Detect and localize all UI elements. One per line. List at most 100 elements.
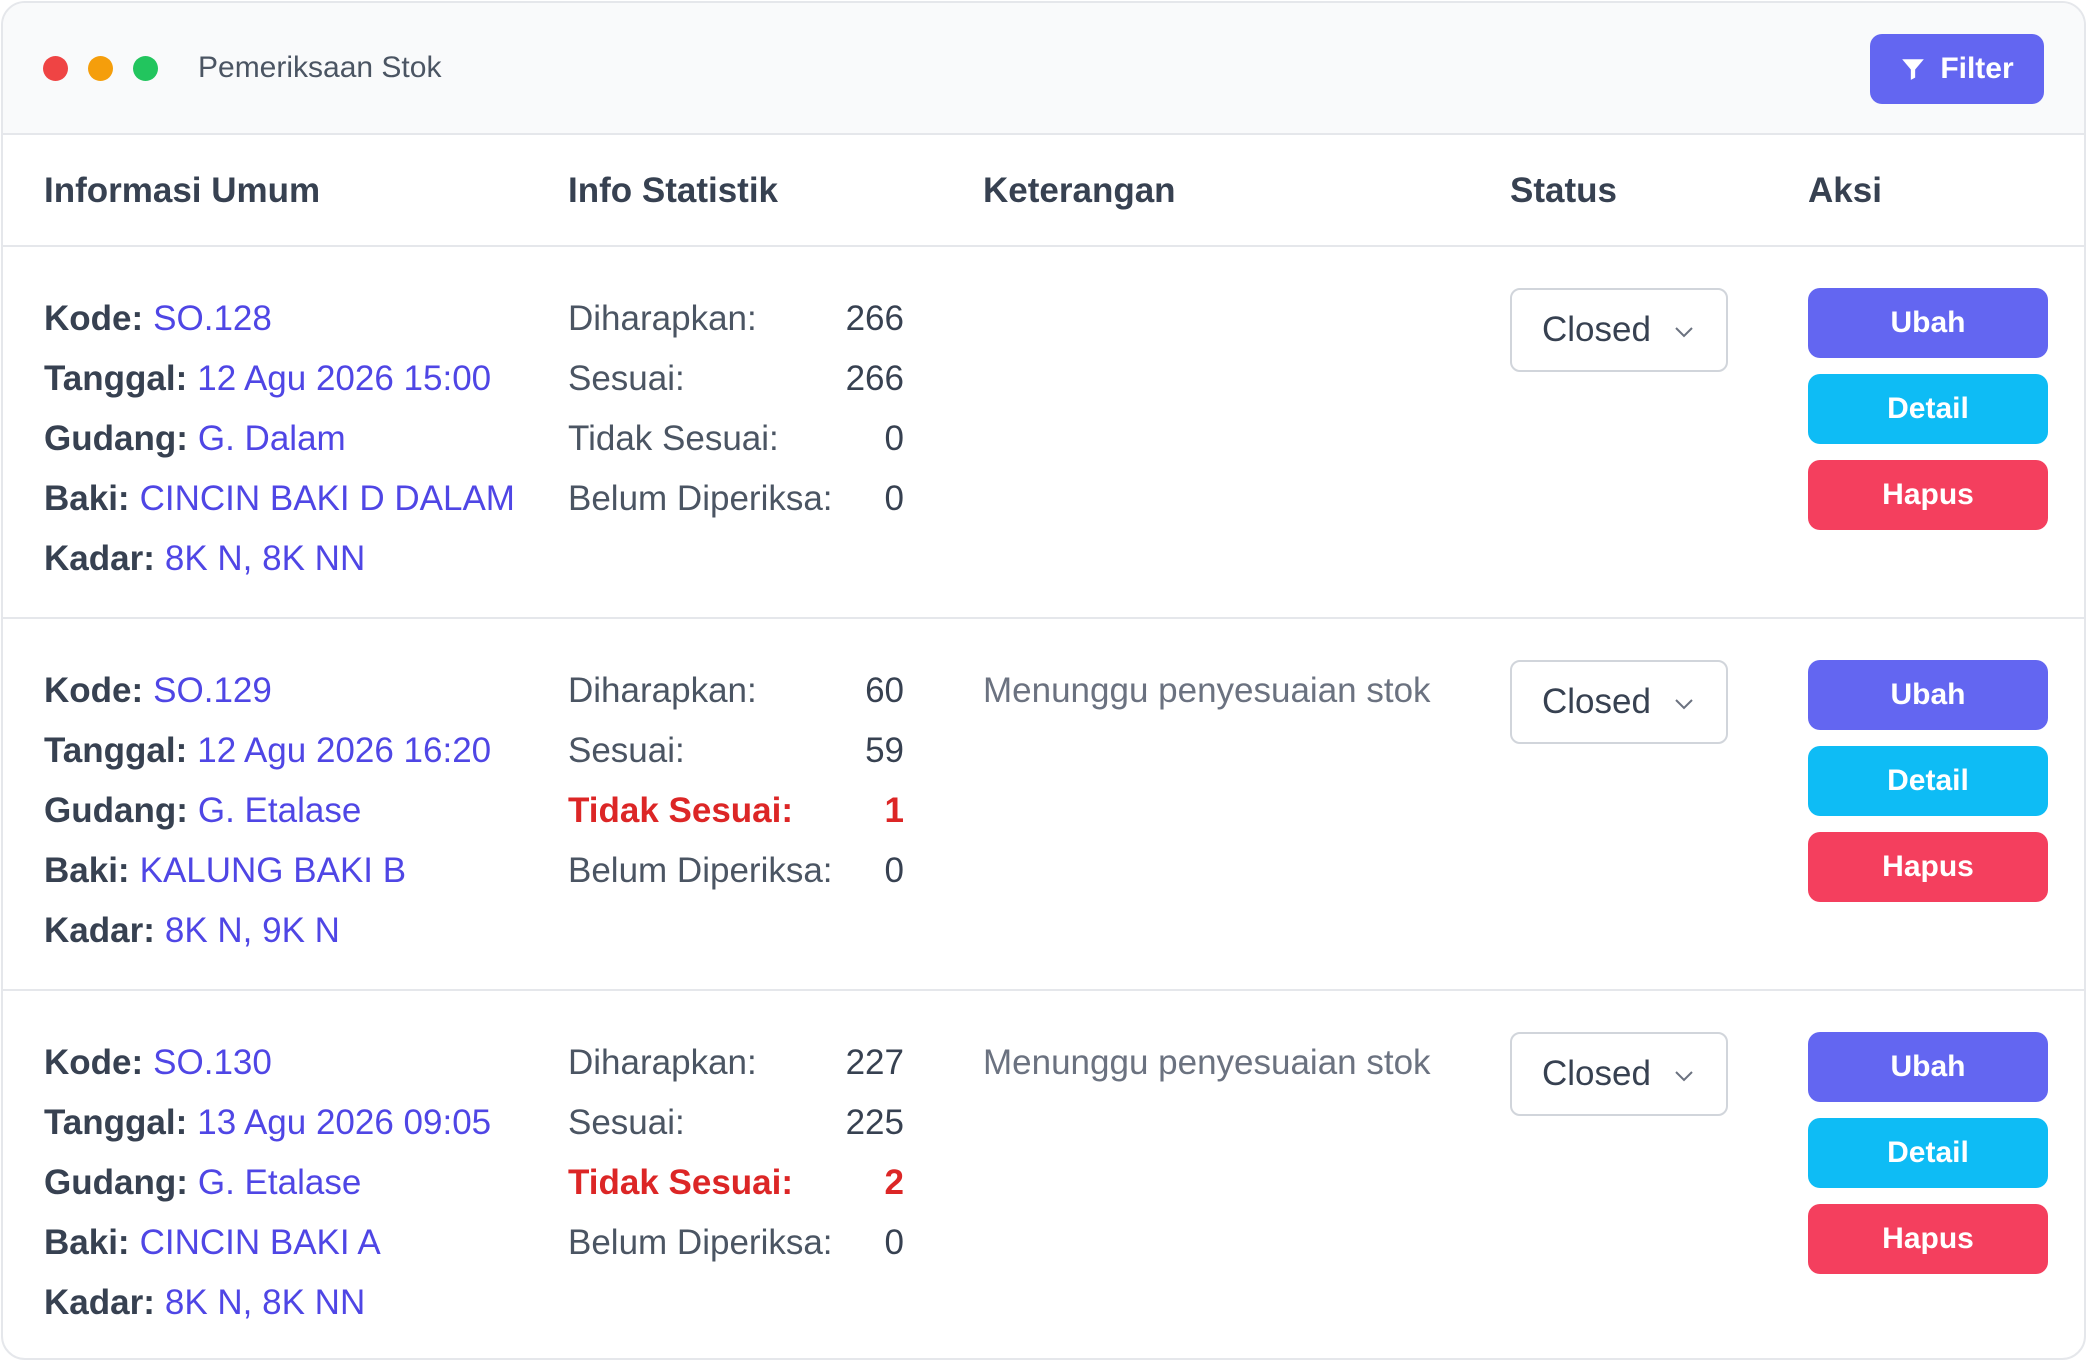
matched-value: 59	[865, 731, 904, 770]
date-label: Tanggal:	[44, 359, 188, 398]
karat-value: 8K N, 8K NN	[164, 1283, 366, 1322]
table-row: Kode: SO.129 Tanggal: 12 Agu 2026 16:20 Gu…	[3, 619, 2084, 991]
note-text: Menunggu penyesuaian stok	[983, 1043, 1431, 1082]
code-line: Kode: SO.129	[44, 661, 491, 721]
edit-button[interactable]: Ubah	[1808, 660, 2048, 730]
warehouse-line: Gudang: G. Etalase	[44, 781, 491, 841]
filter-icon	[1902, 59, 1925, 80]
general-info: Kode: SO.129 Tanggal: 12 Agu 2026 16:20 Gu…	[44, 661, 491, 961]
warehouse-label: Gudang:	[44, 1163, 188, 1202]
edit-button[interactable]: Ubah	[1808, 288, 2048, 358]
status-value: Closed	[1542, 1054, 1651, 1093]
status-value: Closed	[1542, 310, 1651, 349]
mismatch-value: 2	[884, 1163, 904, 1202]
mismatch-line: Tidak Sesuai: 1	[568, 781, 904, 841]
delete-button[interactable]: Hapus	[1808, 832, 2048, 902]
tray-value: CINCIN BAKI A	[139, 1223, 381, 1262]
mismatch-value: 1	[884, 791, 904, 830]
expected-value: 60	[865, 671, 904, 710]
mismatch-line: Tidak Sesuai: 0	[568, 409, 904, 469]
warehouse-value: G. Etalase	[197, 1163, 362, 1202]
chevron-down-icon	[1675, 699, 1693, 710]
detail-button[interactable]: Detail	[1808, 1118, 2048, 1188]
expected-label: Diharapkan:	[568, 671, 757, 710]
row-actions: Ubah Detail Hapus	[1808, 660, 2048, 902]
table-header: Informasi Umum Info Statistik Keterangan…	[3, 135, 2084, 247]
warehouse-label: Gudang:	[44, 419, 188, 458]
date-label: Tanggal:	[44, 731, 188, 770]
status-select[interactable]: Closed	[1510, 660, 1728, 744]
unchecked-value: 0	[884, 479, 904, 518]
matched-value: 266	[845, 359, 904, 398]
expected-label: Diharapkan:	[568, 299, 757, 338]
matched-label: Sesuai:	[568, 359, 685, 398]
table-row: Kode: SO.128 Tanggal: 12 Agu 2026 15:00 Gu…	[3, 247, 2084, 619]
warehouse-value: G. Dalam	[197, 419, 346, 458]
unchecked-line: Belum Diperiksa: 0	[568, 469, 904, 529]
minimize-window-button[interactable]	[88, 55, 113, 81]
tray-label: Baki:	[44, 479, 130, 518]
column-header-action: Aksi	[1808, 171, 1882, 210]
note-text: Menunggu penyesuaian stok	[983, 671, 1431, 710]
column-header-note: Keterangan	[983, 171, 1176, 210]
date-line: Tanggal: 12 Agu 2026 15:00	[44, 349, 515, 409]
karat-label: Kadar:	[44, 911, 155, 950]
date-value: 13 Agu 2026 09:05	[197, 1103, 492, 1142]
matched-line: Sesuai: 225	[568, 1093, 904, 1153]
mismatch-value: 0	[884, 419, 904, 458]
matched-line: Sesuai: 266	[568, 349, 904, 409]
row-actions: Ubah Detail Hapus	[1808, 288, 2048, 530]
karat-line: Kadar: 8K N, 8K NN	[44, 529, 515, 589]
karat-label: Kadar:	[44, 539, 155, 578]
tray-value: CINCIN BAKI D DALAM	[139, 479, 515, 518]
date-value: 12 Agu 2026 15:00	[197, 359, 492, 398]
status-select[interactable]: Closed	[1510, 288, 1728, 372]
date-label: Tanggal:	[44, 1103, 188, 1142]
mismatch-label: Tidak Sesuai:	[568, 419, 779, 458]
karat-value: 8K N, 9K N	[164, 911, 340, 950]
stock-check-window: Pemeriksaan Stok Filter Informasi Umum I…	[1, 1, 2086, 1360]
detail-button[interactable]: Detail	[1808, 374, 2048, 444]
tray-label: Baki:	[44, 1223, 130, 1262]
date-line: Tanggal: 12 Agu 2026 16:20	[44, 721, 491, 781]
code-line: Kode: SO.130	[44, 1033, 491, 1093]
code-line: Kode: SO.128	[44, 289, 515, 349]
unchecked-label: Belum Diperiksa:	[568, 1223, 833, 1262]
detail-button[interactable]: Detail	[1808, 746, 2048, 816]
code-value: SO.128	[153, 299, 272, 338]
code-value: SO.129	[153, 671, 272, 710]
tray-value: KALUNG BAKI B	[139, 851, 407, 890]
karat-value: 8K N, 8K NN	[164, 539, 366, 578]
delete-button[interactable]: Hapus	[1808, 1204, 2048, 1274]
tray-line: Baki: KALUNG BAKI B	[44, 841, 491, 901]
status-select[interactable]: Closed	[1510, 1032, 1728, 1116]
table-body: Kode: SO.128 Tanggal: 12 Agu 2026 15:00 Gu…	[3, 247, 2084, 1358]
unchecked-line: Belum Diperiksa: 0	[568, 841, 904, 901]
column-header-info: Informasi Umum	[44, 171, 321, 210]
column-header-stats: Info Statistik	[568, 171, 779, 210]
tray-label: Baki:	[44, 851, 130, 890]
row-actions: Ubah Detail Hapus	[1808, 1032, 2048, 1274]
filter-button[interactable]: Filter	[1870, 34, 2044, 104]
code-label: Kode:	[44, 671, 144, 710]
close-window-button[interactable]	[43, 55, 68, 81]
expected-value: 227	[845, 1043, 904, 1082]
statistics-info: Diharapkan: 227 Sesuai: 225 Tidak Sesuai: 2…	[568, 1033, 904, 1273]
matched-label: Sesuai:	[568, 1103, 685, 1142]
warehouse-line: Gudang: G. Etalase	[44, 1153, 491, 1213]
warehouse-line: Gudang: G. Dalam	[44, 409, 515, 469]
expected-line: Diharapkan: 60	[568, 661, 904, 721]
code-label: Kode:	[44, 299, 144, 338]
maximize-window-button[interactable]	[133, 55, 158, 81]
column-header-status: Status	[1510, 171, 1617, 210]
tray-line: Baki: CINCIN BAKI D DALAM	[44, 469, 515, 529]
filter-button-label: Filter	[1940, 52, 2014, 85]
tray-line: Baki: CINCIN BAKI A	[44, 1213, 491, 1273]
matched-label: Sesuai:	[568, 731, 685, 770]
window-controls	[43, 55, 158, 81]
unchecked-line: Belum Diperiksa: 0	[568, 1213, 904, 1273]
code-label: Kode:	[44, 1043, 144, 1082]
edit-button[interactable]: Ubah	[1808, 1032, 2048, 1102]
delete-button[interactable]: Hapus	[1808, 460, 2048, 530]
statistics-info: Diharapkan: 60 Sesuai: 59 Tidak Sesuai: 1 B…	[568, 661, 904, 901]
